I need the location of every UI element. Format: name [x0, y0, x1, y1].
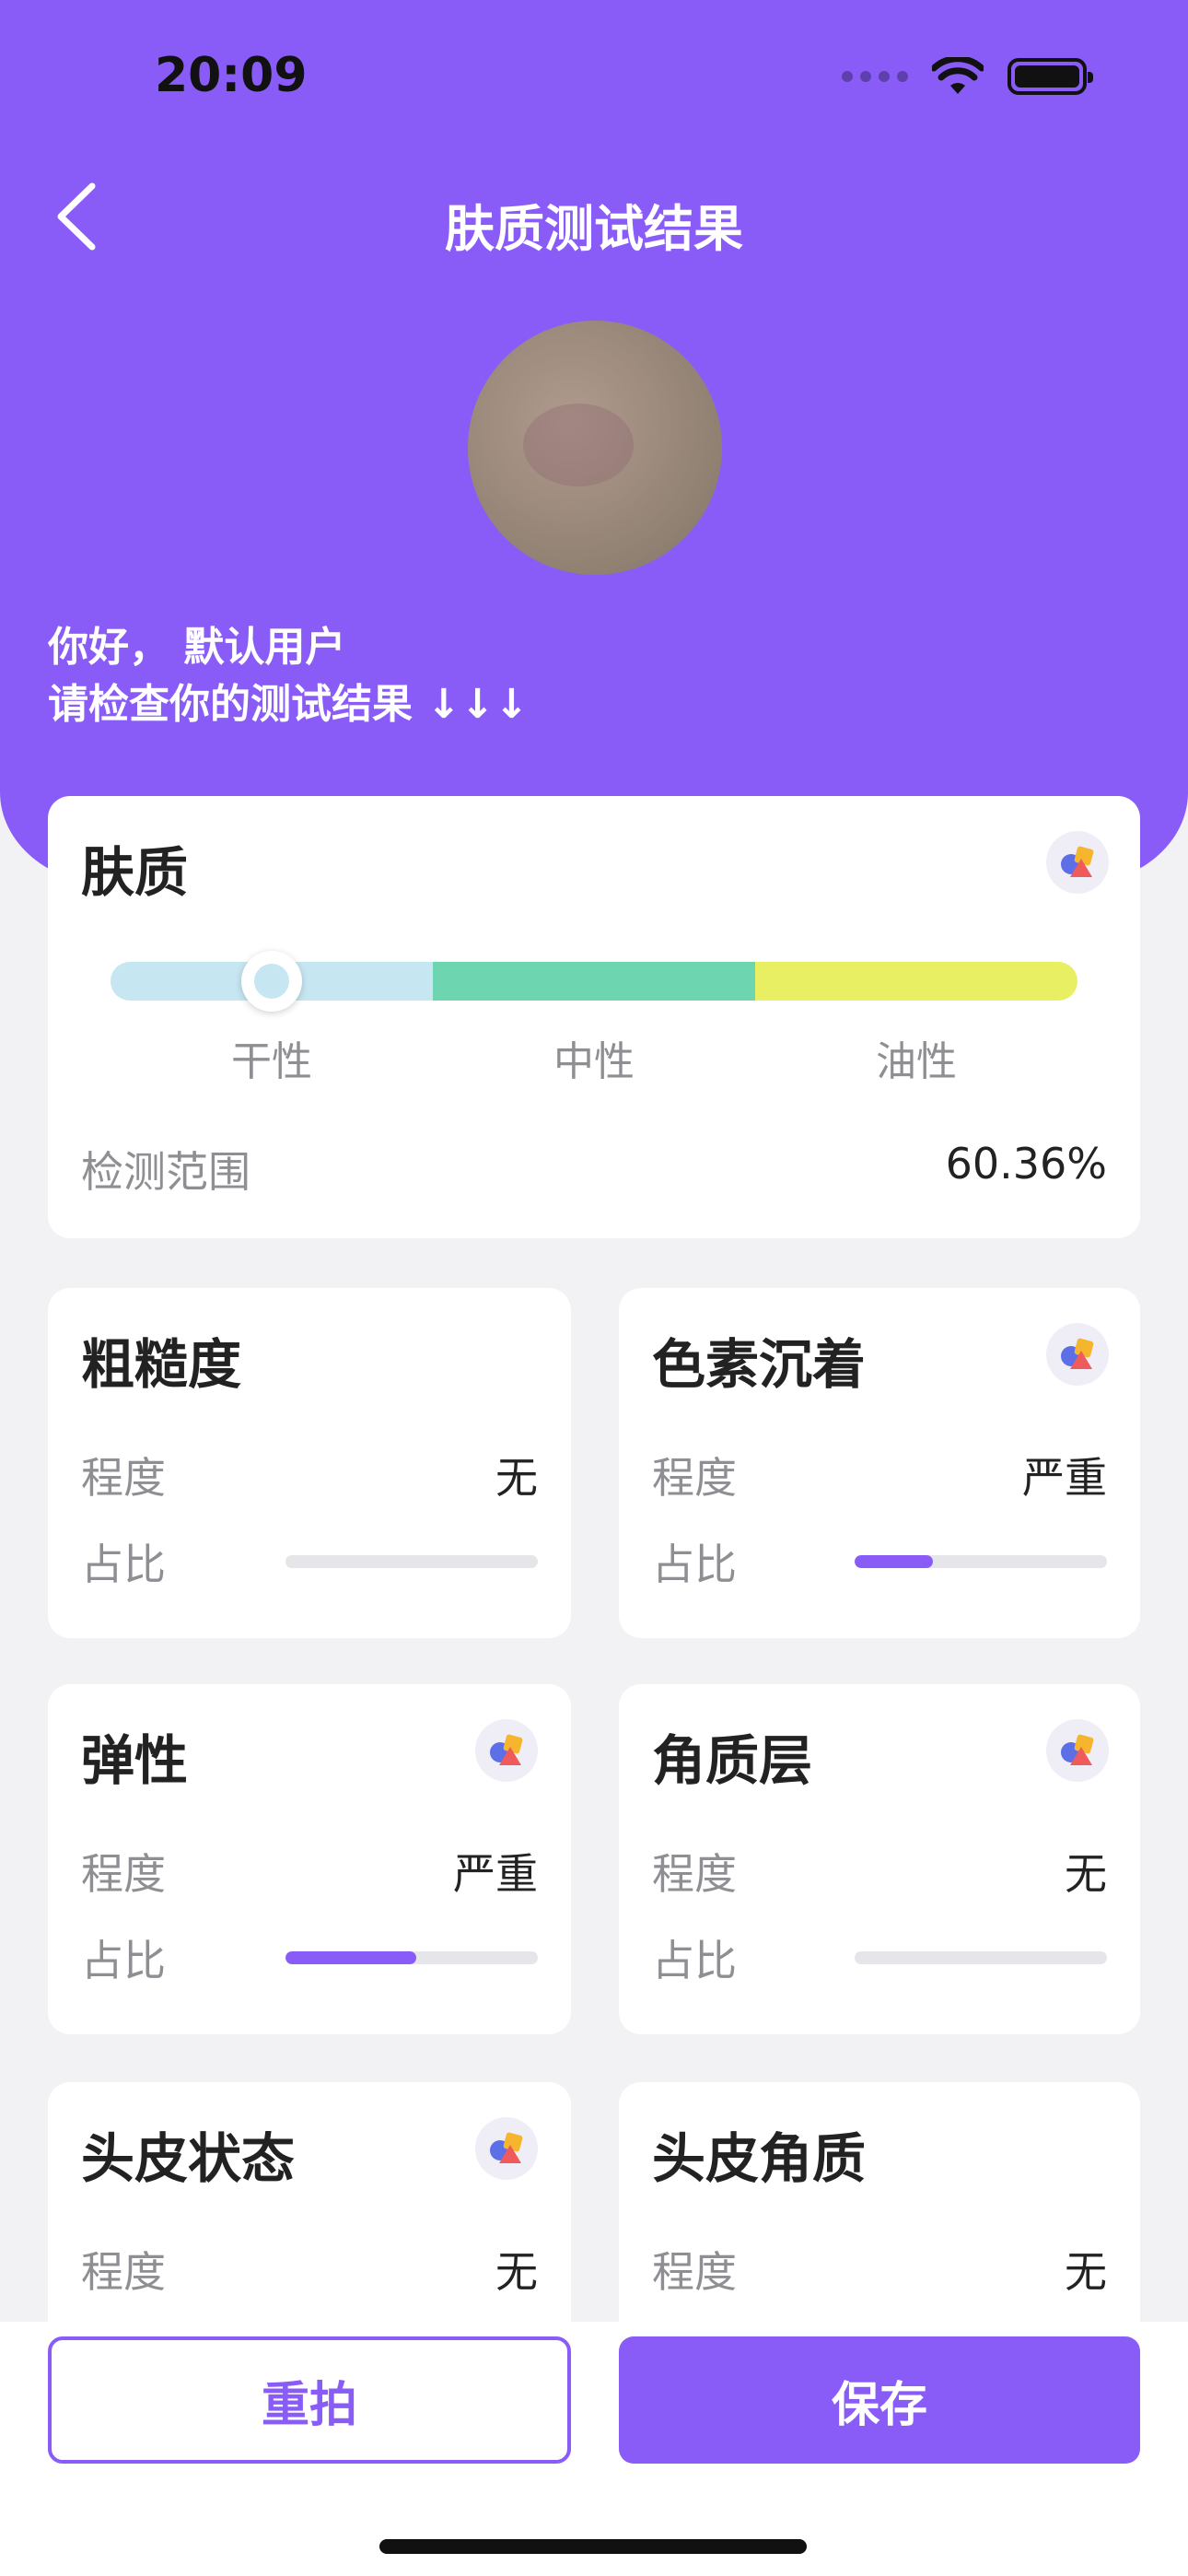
metric-card-roughness[interactable]: 粗糙度 程度 无 占比	[48, 1288, 571, 1638]
wifi-icon	[932, 57, 984, 94]
metric-title: 弹性	[81, 1729, 189, 1792]
metric-card-pigmentation[interactable]: 色素沉着 程度 严重 占比	[619, 1288, 1140, 1638]
skin-type-card: 肤质 干性 中性 油性 检测范围 60.36%	[48, 796, 1140, 1238]
ai-analysis-icon[interactable]	[475, 1719, 538, 1782]
label-dry: 干性	[231, 1038, 312, 1085]
page-title: 肤质测试结果	[445, 200, 743, 258]
ai-analysis-icon[interactable]	[1046, 1323, 1109, 1386]
save-button[interactable]: 保存	[619, 2336, 1140, 2464]
ratio-label: 占比	[652, 1936, 737, 1985]
degree-label: 程度	[81, 1849, 166, 1899]
scale-neutral-segment	[433, 962, 755, 1001]
degree-value: 无	[1065, 1849, 1107, 1899]
ratio-bar	[855, 1555, 1107, 1568]
battery-icon	[1007, 58, 1093, 95]
degree-label: 程度	[652, 1453, 737, 1503]
home-indicator	[379, 2539, 807, 2554]
skin-type-title: 肤质	[81, 841, 189, 904]
retake-button[interactable]: 重拍	[48, 2336, 571, 2464]
metric-title: 头皮角质	[652, 2127, 867, 2190]
signal-icon	[842, 71, 908, 82]
degree-label: 程度	[81, 2247, 166, 2297]
ratio-bar	[285, 1951, 538, 1964]
skin-photo	[468, 321, 722, 575]
metric-card-elasticity[interactable]: 弹性 程度 严重 占比	[48, 1684, 571, 2034]
ratio-bar-fill	[855, 1555, 933, 1568]
metric-title: 粗糙度	[81, 1333, 242, 1396]
greeting-line-2: 请检查你的测试结果 ↓↓↓	[48, 681, 529, 728]
ratio-bar-fill	[285, 1951, 417, 1964]
label-oily: 油性	[876, 1038, 957, 1085]
degree-label: 程度	[652, 2247, 737, 2297]
label-neutral: 中性	[553, 1038, 635, 1085]
greeting-line-1: 你好， 默认用户	[48, 624, 346, 671]
degree-value: 无	[495, 1453, 538, 1503]
metric-title: 角质层	[652, 1729, 813, 1792]
degree-value: 严重	[1022, 1453, 1107, 1503]
ai-analysis-icon[interactable]	[1046, 831, 1109, 894]
ratio-label: 占比	[81, 1540, 166, 1589]
detect-range-label: 检测范围	[81, 1147, 250, 1197]
status-time: 20:09	[155, 48, 308, 103]
detect-range-value: 60.36%	[945, 1139, 1107, 1188]
metric-title: 头皮状态	[81, 2127, 296, 2190]
ai-analysis-icon[interactable]	[475, 2117, 538, 2180]
greeting: 你好， 默认用户 请检查你的测试结果 ↓↓↓	[48, 619, 529, 733]
ratio-bar	[285, 1555, 538, 1568]
degree-label: 程度	[81, 1453, 166, 1503]
ratio-bar	[855, 1951, 1107, 1964]
degree-value: 严重	[453, 1849, 538, 1899]
degree-value: 无	[495, 2247, 538, 2297]
metric-card-stratum-corneum[interactable]: 角质层 程度 无 占比	[619, 1684, 1140, 2034]
skin-type-indicator	[241, 951, 303, 1012]
status-icons	[842, 57, 1093, 96]
ai-analysis-icon[interactable]	[1046, 1719, 1109, 1782]
scale-oily-segment	[755, 962, 1077, 1001]
ratio-label: 占比	[652, 1540, 737, 1589]
ratio-label: 占比	[81, 1936, 166, 1985]
metric-title: 色素沉着	[652, 1333, 867, 1396]
degree-label: 程度	[652, 1849, 737, 1899]
degree-value: 无	[1065, 2247, 1107, 2297]
